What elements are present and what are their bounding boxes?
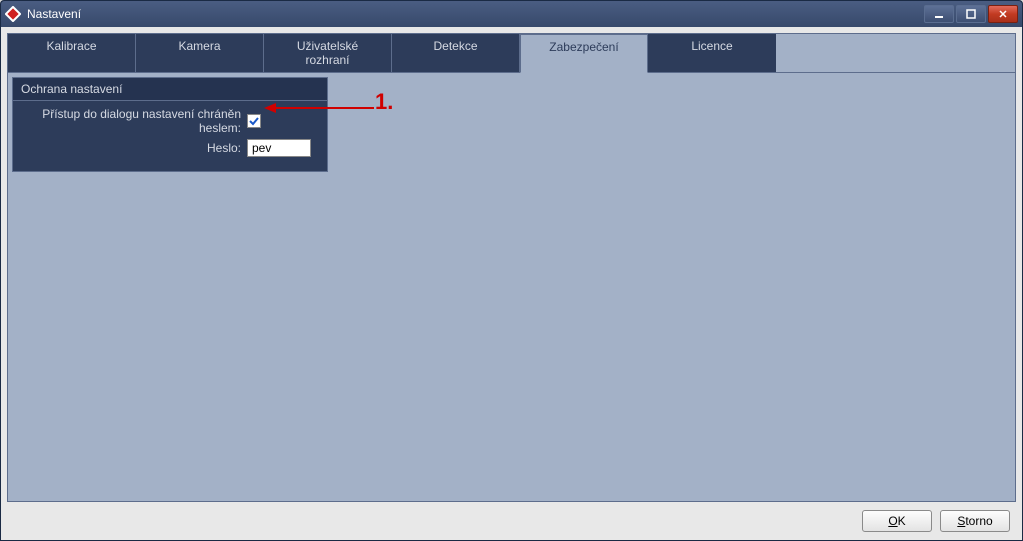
maximize-button[interactable] (956, 5, 986, 23)
titlebar[interactable]: Nastavení (1, 1, 1022, 27)
window: Nastavení Kalibrace Kamera Uživatelské r… (0, 0, 1023, 541)
row-password: Heslo: (21, 139, 319, 157)
tab-kalibrace[interactable]: Kalibrace (8, 34, 136, 72)
tab-uzivatelske-rozhrani[interactable]: Uživatelské rozhraní (264, 34, 392, 72)
minimize-button[interactable] (924, 5, 954, 23)
app-icon (5, 6, 21, 22)
client-area: Kalibrace Kamera Uživatelské rozhraní De… (1, 27, 1022, 540)
group-ochrana-nastaveni: Ochrana nastavení Přístup do dialogu nas… (12, 77, 328, 172)
tab-content-zabezpeceni: Ochrana nastavení Přístup do dialogu nas… (8, 73, 1015, 540)
row-protect: Přístup do dialogu nastavení chráněn hes… (21, 107, 319, 135)
password-label: Heslo: (21, 141, 241, 155)
tab-licence[interactable]: Licence (648, 34, 776, 72)
main-panel: Kalibrace Kamera Uživatelské rozhraní De… (7, 33, 1016, 502)
password-input[interactable] (247, 139, 311, 157)
group-body: Přístup do dialogu nastavení chráněn hes… (13, 101, 327, 171)
protect-checkbox[interactable] (247, 114, 261, 128)
tab-strip: Kalibrace Kamera Uživatelské rozhraní De… (8, 34, 1015, 73)
group-title: Ochrana nastavení (13, 78, 327, 101)
close-button[interactable] (988, 5, 1018, 23)
tab-zabezpeceni[interactable]: Zabezpečení (520, 34, 648, 73)
protect-label: Přístup do dialogu nastavení chráněn hes… (21, 107, 241, 135)
tab-kamera[interactable]: Kamera (136, 34, 264, 72)
annotation-label: 1. (375, 89, 393, 115)
window-title: Nastavení (27, 7, 924, 21)
tab-detekce[interactable]: Detekce (392, 34, 520, 72)
window-controls (924, 5, 1018, 23)
